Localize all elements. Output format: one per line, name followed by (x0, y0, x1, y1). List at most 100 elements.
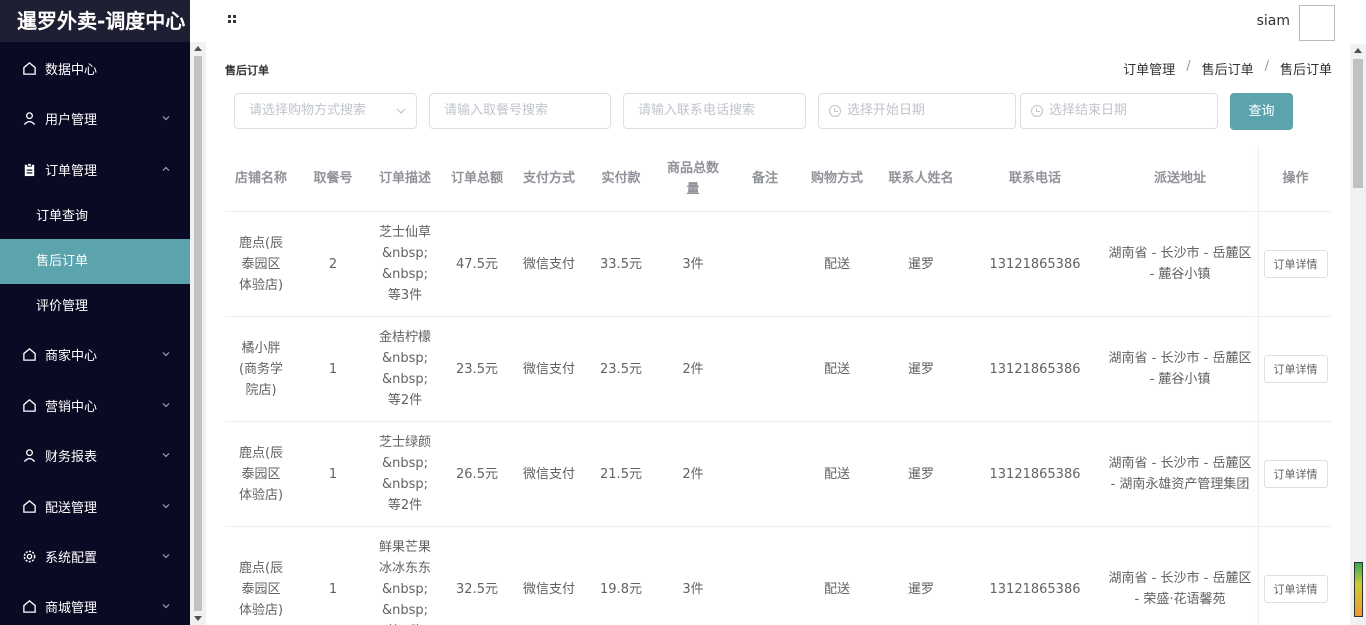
cell-text: 鹿点(辰泰园区体验店) (238, 445, 284, 503)
order-detail-button[interactable]: 订单详情 (1263, 575, 1328, 603)
cell-text: 13121865386 (989, 466, 1081, 482)
order-detail-button[interactable]: 订单详情 (1263, 460, 1328, 488)
sidebar-item-label: 系统配置 (45, 550, 98, 566)
table-cell-desc: 鲜果芒果冰冰东东&nbsp;&nbsp;等3件 (369, 527, 441, 625)
cell-text: 暹罗 (907, 256, 934, 272)
cell-text: 配送 (823, 466, 850, 482)
phone-search-input[interactable]: 请输入联系电话搜索 (623, 93, 806, 129)
breadcrumb-item[interactable]: 订单管理 (1123, 59, 1175, 78)
chevron-up-icon (162, 166, 170, 171)
start-date-placeholder: 选择开始日期 (847, 103, 926, 118)
query-button[interactable]: 查询 (1230, 93, 1293, 130)
chevron-down-icon (162, 116, 170, 121)
table-cell-desc: 金桔柠檬&nbsp;&nbsp;等2件 (369, 317, 441, 421)
order-detail-button[interactable]: 订单详情 (1263, 250, 1328, 278)
table-cell-remark (729, 317, 801, 421)
avatar[interactable] (1299, 5, 1335, 41)
column-header-label: 商品总数量 (667, 160, 720, 197)
order-detail-button[interactable]: 订单详情 (1263, 355, 1328, 383)
table-cell-qty: 3件 (657, 527, 729, 625)
sidebar-item[interactable]: 系统配置 (0, 531, 190, 581)
sidebar-item[interactable]: 用户管理 (0, 93, 190, 143)
volume-meter-icon (1354, 562, 1363, 617)
cell-text: 13121865386 (989, 581, 1081, 597)
chevron-down-icon (162, 504, 170, 509)
table-cell-contact: 暹罗 (873, 317, 969, 421)
table-cell-pay: 微信支付 (513, 422, 585, 526)
cell-text: 湖南省 - 长沙市 - 岳麓区 - 麓谷小镇 (1108, 351, 1252, 387)
table-cell-address: 湖南省 - 长沙市 - 岳麓区 - 麓谷小镇 (1101, 212, 1259, 316)
sidebar-item[interactable]: 数据中心 (0, 43, 190, 93)
cell-text: 26.5元 (456, 466, 498, 482)
sidebar-subitem[interactable]: 订单查询 (0, 194, 190, 239)
end-date-placeholder: 选择结束日期 (1049, 103, 1128, 118)
table-row: 鹿点(辰泰园区体验店) 1 鲜果芒果冰冰东东&nbsp;&nbsp;等3件 32.5元… (225, 527, 1332, 625)
phone-search-placeholder: 请输入联系电话搜索 (638, 103, 756, 118)
cell-text: 配送 (823, 581, 850, 597)
column-header: 店铺名称 (225, 146, 297, 211)
table-cell-method: 配送 (801, 422, 873, 526)
table-cell-remark (729, 212, 801, 316)
breadcrumb-item: 售后订单 (1279, 63, 1332, 78)
table-cell-pay: 微信支付 (513, 212, 585, 316)
sidebar-item[interactable]: 订单管理 (0, 144, 190, 194)
top-header: siam (206, 0, 1350, 44)
cell-text: 47.5元 (456, 256, 498, 272)
column-header: 操作 (1259, 146, 1332, 211)
column-header-label: 派送地址 (1153, 171, 1206, 186)
column-header: 订单总额 (441, 146, 513, 211)
scroll-up-arrow-icon[interactable] (194, 46, 202, 51)
scrollbar-thumb[interactable] (194, 56, 202, 611)
scroll-up-arrow-icon[interactable] (1354, 48, 1362, 53)
column-header-label: 联系人姓名 (888, 171, 954, 186)
sidebar-item[interactable]: 财务报表 (0, 430, 190, 480)
table-cell-address: 湖南省 - 长沙市 - 岳麓区 - 湖南永雄资产管理集团 (1101, 422, 1259, 526)
column-header: 取餐号 (297, 146, 369, 211)
cell-text: 3件 (682, 256, 704, 272)
cell-text: 微信支付 (522, 256, 575, 272)
scrollbar-thumb[interactable] (1353, 59, 1363, 188)
breadcrumb-separator: / (1264, 59, 1269, 74)
sidebar-item-label: 数据中心 (45, 62, 98, 78)
sidebar-scrollbar[interactable] (190, 42, 206, 625)
user-icon (21, 110, 37, 126)
table-cell-remark (729, 422, 801, 526)
table-cell-address: 湖南省 - 长沙市 - 岳麓区 - 荣盛·花语馨苑 (1101, 527, 1259, 625)
home-icon (21, 60, 37, 76)
column-header: 订单描述 (369, 146, 441, 211)
cell-text: 微信支付 (522, 361, 575, 377)
end-date-picker[interactable]: 选择结束日期 (1020, 93, 1218, 129)
column-header-label: 备注 (751, 171, 778, 186)
app-title: 暹罗外卖-调度中心 (0, 0, 190, 42)
collapse-menu-icon[interactable] (228, 15, 238, 25)
sidebar-item[interactable]: 商家中心 (0, 329, 190, 379)
table-row: 鹿点(辰泰园区体验店) 2 芝士仙草&nbsp;&nbsp;等3件 47.5元 微信支付… (225, 212, 1332, 317)
sidebar-subitem[interactable]: 售后订单 (0, 239, 190, 284)
cell-text: 21.5元 (600, 466, 642, 482)
page-scrollbar[interactable] (1350, 44, 1366, 625)
sidebar-subitem[interactable]: 评价管理 (0, 284, 190, 329)
chevron-down-icon (162, 554, 170, 559)
clock-icon (829, 105, 841, 117)
scroll-down-arrow-icon[interactable] (194, 616, 202, 621)
sidebar-item[interactable]: 商城管理 (0, 581, 190, 625)
pickup-number-input[interactable]: 请输入取餐号搜索 (429, 93, 611, 129)
sidebar-item[interactable]: 营销中心 (0, 380, 190, 430)
cell-text: 1 (328, 361, 338, 377)
cell-text: 微信支付 (522, 466, 575, 482)
cell-text: 3件 (682, 581, 704, 597)
table-cell-total: 23.5元 (441, 317, 513, 421)
column-header: 购物方式 (801, 146, 873, 211)
breadcrumb-separator: / (1186, 59, 1191, 74)
breadcrumb-item[interactable]: 售后订单 (1202, 59, 1254, 78)
username[interactable]: siam (1257, 13, 1290, 29)
cell-text: 暹罗 (907, 361, 934, 377)
table-row: 橘小胖(商务学院店) 1 金桔柠檬&nbsp;&nbsp;等2件 23.5元 微信支付 2… (225, 317, 1332, 422)
table-cell-shop: 鹿点(辰泰园区体验店) (225, 527, 297, 625)
sidebar-item[interactable]: 配送管理 (0, 481, 190, 531)
shopping-method-select[interactable]: 请选择购物方式搜索 (234, 93, 417, 129)
sidebar-item-label: 营销中心 (45, 399, 98, 415)
table-cell-contact: 暹罗 (873, 212, 969, 316)
start-date-picker[interactable]: 选择开始日期 (818, 93, 1016, 129)
cell-text: 1 (328, 581, 338, 597)
